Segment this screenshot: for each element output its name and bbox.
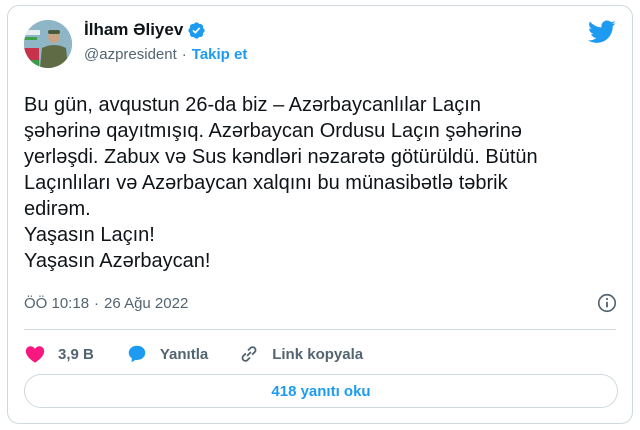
author-handle[interactable]: @azpresident (84, 46, 177, 63)
verified-badge-icon (188, 21, 205, 39)
tweet-text: Bu gün, avqustun 26-da biz – Azərbaycanl… (24, 92, 624, 274)
tweet-line: şəhərinə qayıtmışıq. Azərbaycan Ordusu L… (24, 120, 523, 142)
twitter-bird-icon[interactable] (588, 20, 616, 44)
avatar-image (24, 20, 72, 68)
tweet-line: Yaşasın Azərbaycan! (24, 250, 211, 272)
timestamp[interactable]: ÖÖ 10:18 · 26 Ağu 2022 (24, 295, 188, 312)
like-count: 3,9 B (58, 345, 94, 363)
tweet-line: edirəm. (24, 198, 91, 220)
divider (24, 329, 616, 330)
link-icon (241, 346, 257, 362)
follow-link[interactable]: Takip et (192, 46, 248, 63)
tweet-line: Yaşasın Laçın! (24, 224, 155, 246)
author-name[interactable]: İlham Əliyev (84, 20, 183, 40)
reply-label: Yanıtla (159, 345, 209, 363)
action-bar: 3,9 B Yanıtla Link kopyala (24, 339, 393, 369)
tweet-line: yerləşdi. Zabux və Sus kəndləri nəzarətə… (24, 146, 538, 168)
tweet-card: İlham Əliyev @azpresident · Takip et Bu … (7, 5, 633, 424)
tweet-line: Laçınlıları və Azərbaycan xalqını bu mün… (24, 172, 508, 194)
reply-button[interactable]: Yanıtla (126, 343, 208, 365)
tweet-date[interactable]: 26 Ağu 2022 (104, 295, 188, 312)
tweet-line: Bu gün, avqustun 26-da biz – Azərbaycanl… (24, 94, 481, 116)
handle-separator: · (181, 46, 187, 63)
tweet-time[interactable]: ÖÖ 10:18 (24, 295, 89, 312)
copy-link-label: Link kopyala (272, 345, 364, 363)
read-replies-button[interactable]: 418 yanıtı oku (24, 374, 618, 408)
timestamp-separator: · (94, 295, 100, 312)
copy-link-button[interactable]: Link kopyala (238, 343, 363, 365)
info-icon[interactable] (596, 292, 618, 314)
like-button[interactable]: 3,9 B (24, 343, 94, 365)
reply-bubble-icon (128, 345, 146, 363)
avatar[interactable] (24, 20, 72, 68)
heart-icon (25, 346, 45, 363)
